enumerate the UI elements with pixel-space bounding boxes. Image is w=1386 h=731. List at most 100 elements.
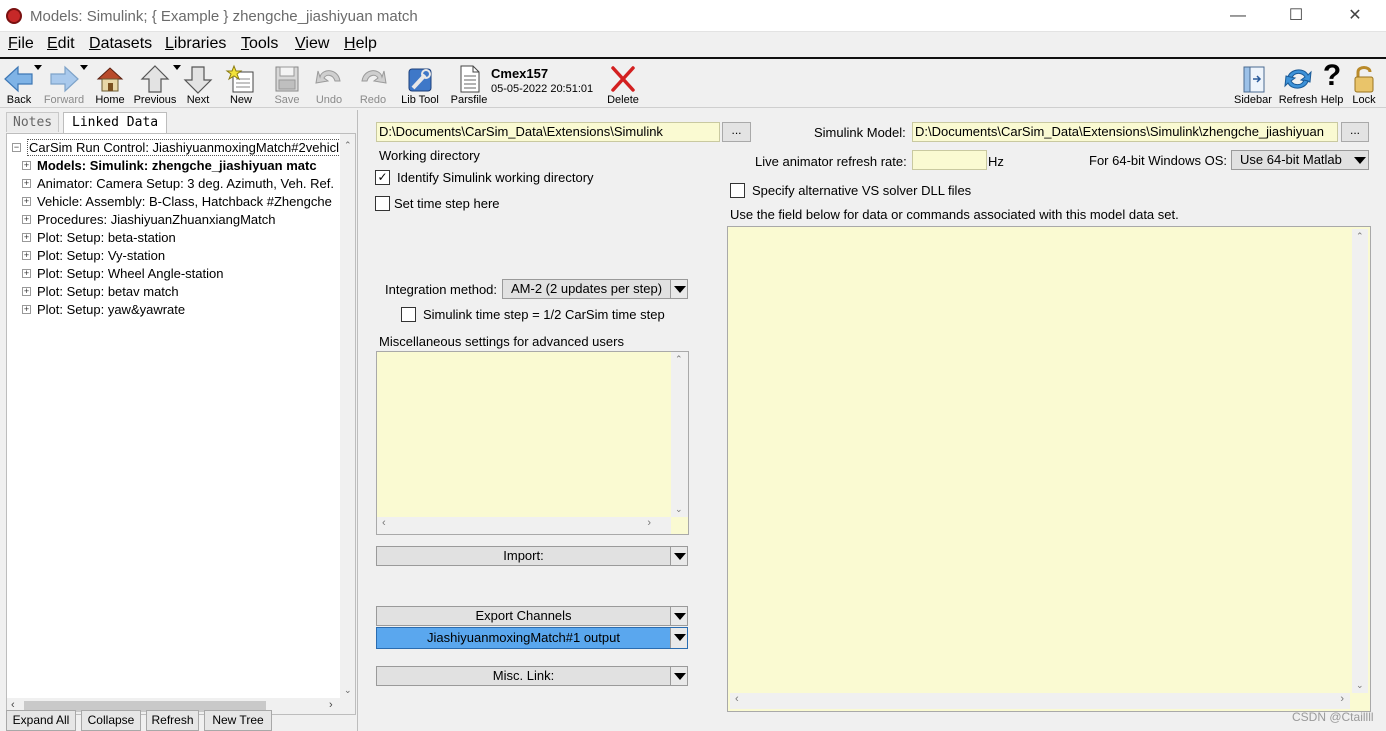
chevron-down-icon bbox=[1351, 151, 1368, 169]
model-data-textarea[interactable]: ⌃ ⌄ ‹ › bbox=[727, 226, 1371, 712]
scroll-right-icon[interactable]: › bbox=[647, 517, 651, 529]
sidebar-button[interactable]: Sidebar bbox=[1233, 59, 1273, 109]
misc-link-select[interactable]: Misc. Link: bbox=[376, 666, 688, 686]
integration-method-label: Integration method: bbox=[385, 282, 498, 297]
next-button[interactable]: Next bbox=[181, 59, 215, 109]
help-button[interactable]: ? Help bbox=[1318, 59, 1346, 109]
tab-linked-data[interactable]: Linked Data bbox=[63, 112, 168, 134]
scroll-left-icon[interactable]: ‹ bbox=[382, 517, 386, 529]
delete-button[interactable]: Delete bbox=[605, 59, 641, 109]
question-mark-icon: ? bbox=[1322, 59, 1342, 92]
lock-icon bbox=[1354, 66, 1374, 93]
scroll-down-icon[interactable]: ⌄ bbox=[344, 685, 352, 696]
scroll-left-icon[interactable]: ‹ bbox=[735, 693, 739, 705]
expand-icon[interactable]: + bbox=[22, 287, 31, 296]
lock-button[interactable]: Lock bbox=[1348, 59, 1380, 109]
menu-libraries[interactable]: Libraries bbox=[165, 35, 226, 53]
toolbar: Back Forward Home Previous Next New Save… bbox=[0, 57, 1386, 108]
collapse-button[interactable]: Collapse bbox=[81, 710, 141, 731]
undo-button[interactable]: Undo bbox=[312, 59, 346, 109]
browse-working-dir-button[interactable]: ... bbox=[722, 122, 751, 142]
forward-dropdown-icon[interactable] bbox=[80, 65, 88, 70]
data-horizontal-scrollbar[interactable]: ‹ › bbox=[730, 693, 1350, 709]
menu-edit[interactable]: Edit bbox=[47, 35, 75, 53]
export-channels-select[interactable]: Export Channels bbox=[376, 606, 688, 626]
tree-vertical-scrollbar[interactable]: ⌃ ⌄ bbox=[340, 134, 355, 698]
linked-data-tree: − CarSim Run Control: JiashiyuanmoxingMa… bbox=[6, 133, 356, 715]
wrench-icon bbox=[408, 68, 432, 92]
previous-button[interactable]: Previous bbox=[132, 59, 178, 109]
misc-vertical-scrollbar[interactable]: ⌃ ⌄ bbox=[671, 352, 688, 517]
home-button[interactable]: Home bbox=[92, 59, 128, 109]
alt-dll-checkbox[interactable] bbox=[730, 183, 745, 198]
new-button[interactable]: New bbox=[224, 59, 258, 109]
data-vertical-scrollbar[interactable]: ⌃ ⌄ bbox=[1352, 229, 1368, 693]
scroll-down-icon[interactable]: ⌄ bbox=[675, 504, 683, 515]
save-button[interactable]: Save bbox=[270, 59, 304, 109]
working-directory-field[interactable]: D:\Documents\CarSim_Data\Extensions\Simu… bbox=[376, 122, 720, 142]
browse-model-button[interactable]: ... bbox=[1341, 122, 1369, 142]
menu-view[interactable]: View bbox=[295, 35, 329, 53]
expand-all-button[interactable]: Expand All bbox=[6, 710, 76, 731]
identify-working-dir-checkbox[interactable]: ✓ bbox=[375, 170, 390, 185]
down-arrow-icon bbox=[183, 66, 213, 94]
refresh-toolbar-button[interactable]: Refresh bbox=[1276, 59, 1320, 109]
tab-notes[interactable]: Notes bbox=[6, 112, 60, 132]
scroll-up-icon[interactable]: ⌃ bbox=[675, 354, 683, 365]
lib-tool-button[interactable]: Lib Tool bbox=[398, 59, 442, 109]
expand-icon[interactable]: + bbox=[22, 161, 31, 170]
sidebar-icon bbox=[1243, 66, 1265, 93]
scroll-up-icon[interactable]: ⌃ bbox=[1356, 231, 1364, 242]
half-step-checkbox[interactable] bbox=[401, 307, 416, 322]
expand-icon[interactable]: + bbox=[22, 305, 31, 314]
menu-file[interactable]: File bbox=[8, 35, 34, 53]
expand-icon[interactable]: + bbox=[22, 269, 31, 278]
collapse-icon[interactable]: − bbox=[12, 143, 21, 152]
chevron-down-icon bbox=[670, 547, 687, 565]
alt-dll-label: Specify alternative VS solver DLL files bbox=[752, 183, 972, 198]
dataset-date: 05-05-2022 20:51:01 bbox=[491, 83, 594, 95]
window-title: Models: Simulink; { Example } zhengche_j… bbox=[30, 8, 418, 25]
menu-tools[interactable]: Tools bbox=[241, 35, 278, 53]
scroll-down-icon[interactable]: ⌄ bbox=[1356, 680, 1364, 691]
scroll-up-icon[interactable]: ⌃ bbox=[344, 140, 352, 151]
scroll-right-icon[interactable]: › bbox=[329, 699, 333, 711]
delete-x-icon bbox=[611, 66, 635, 92]
parsfile-button[interactable]: Parsfile bbox=[449, 59, 489, 109]
integration-method-select[interactable]: AM-2 (2 updates per step) bbox=[502, 279, 688, 299]
expand-icon[interactable]: + bbox=[22, 251, 31, 260]
import-select[interactable]: Import: bbox=[376, 546, 688, 566]
expand-icon[interactable]: + bbox=[22, 215, 31, 224]
simulink-model-label: Simulink Model: bbox=[814, 125, 906, 140]
tree-root[interactable]: − CarSim Run Control: JiashiyuanmoxingMa… bbox=[7, 139, 355, 157]
home-icon bbox=[96, 67, 124, 92]
expand-icon[interactable]: + bbox=[22, 197, 31, 206]
expand-icon[interactable]: + bbox=[22, 233, 31, 242]
simulink-model-field[interactable]: D:\Documents\CarSim_Data\Extensions\Simu… bbox=[912, 122, 1338, 142]
set-time-step-checkbox[interactable] bbox=[375, 196, 390, 211]
maximize-button[interactable]: ☐ bbox=[1267, 0, 1325, 32]
identify-working-dir-label: Identify Simulink working directory bbox=[397, 170, 594, 185]
menu-datasets[interactable]: Datasets bbox=[89, 35, 152, 53]
close-button[interactable]: ✕ bbox=[1326, 0, 1384, 32]
chevron-down-icon bbox=[670, 628, 687, 648]
minimize-button[interactable]: — bbox=[1209, 0, 1267, 32]
export-output-select[interactable]: JiashiyuanmoxingMatch#1 output bbox=[376, 627, 688, 649]
scroll-right-icon[interactable]: › bbox=[1340, 693, 1344, 705]
half-step-label: Simulink time step = 1/2 CarSim time ste… bbox=[423, 307, 665, 322]
misc-horizontal-scrollbar[interactable]: ‹ › bbox=[377, 517, 671, 534]
refresh-rate-field[interactable] bbox=[912, 150, 987, 170]
redo-button[interactable]: Redo bbox=[356, 59, 390, 109]
misc-settings-textarea[interactable]: ⌃ ⌄ ‹ › bbox=[376, 351, 689, 535]
undo-icon bbox=[315, 70, 341, 84]
refresh-icon bbox=[1284, 69, 1312, 89]
previous-dropdown-icon[interactable] bbox=[173, 65, 181, 70]
new-tree-button[interactable]: New Tree bbox=[204, 710, 272, 731]
refresh-tree-button[interactable]: Refresh bbox=[146, 710, 199, 731]
back-button[interactable]: Back bbox=[2, 59, 36, 109]
watermark: CSDN @Ctaillll bbox=[1292, 710, 1374, 724]
menu-help[interactable]: Help bbox=[344, 35, 377, 53]
matlab-version-select[interactable]: Use 64-bit Matlab bbox=[1231, 150, 1369, 170]
expand-icon[interactable]: + bbox=[22, 179, 31, 188]
dataset-name: Cmex157 bbox=[491, 66, 549, 81]
